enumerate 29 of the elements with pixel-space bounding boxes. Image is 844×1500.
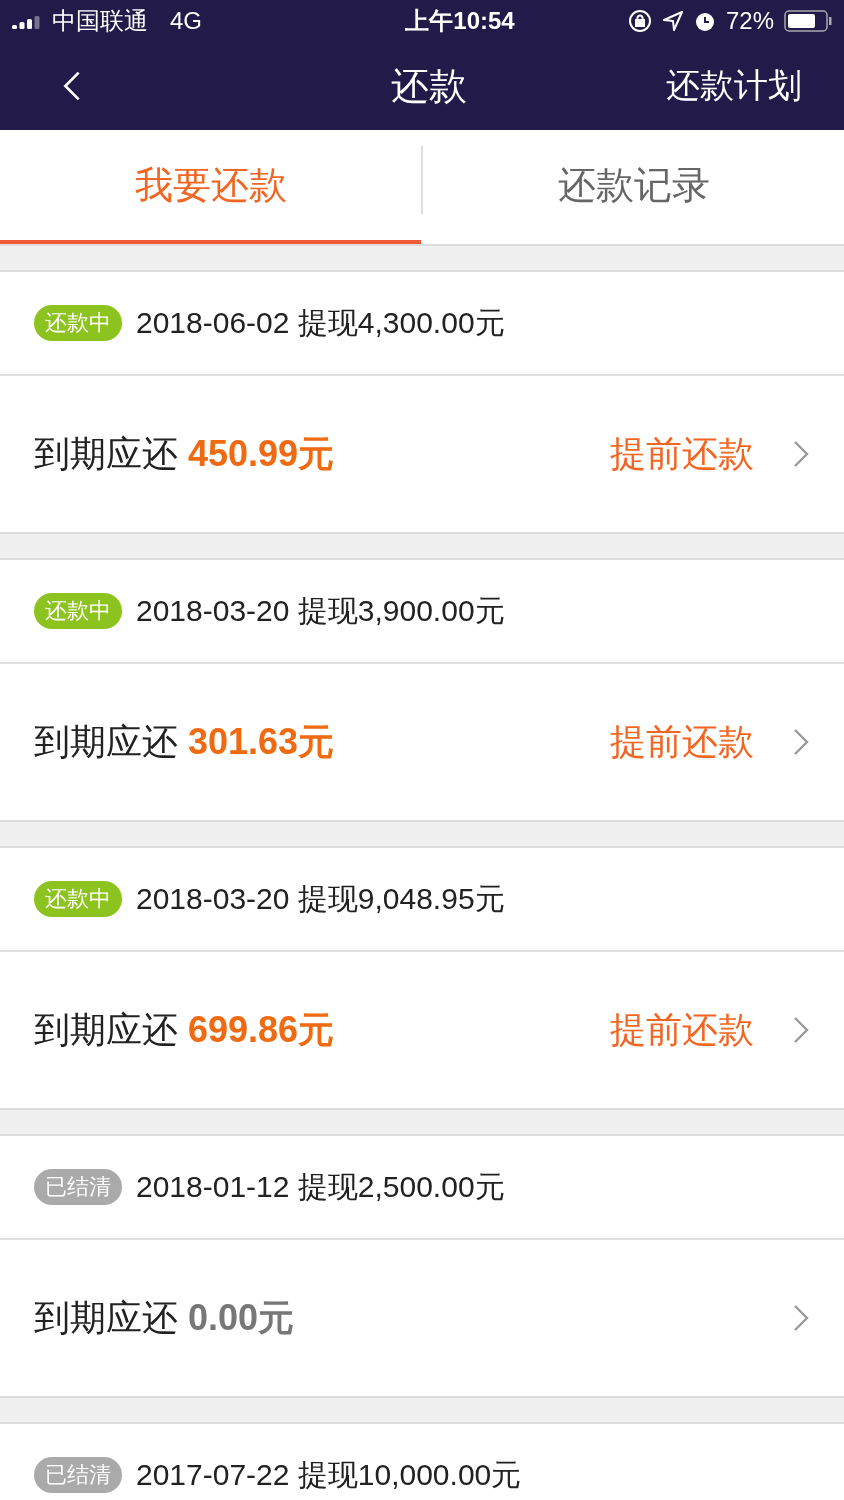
withdrawal-summary: 2018-03-20 提现9,048.95元: [136, 880, 505, 917]
withdrawal-summary: 2018-01-12 提现2,500.00元: [136, 1168, 505, 1205]
status-badge: 还款中: [34, 881, 122, 917]
status-badge: 还款中: [34, 305, 122, 341]
battery-percent: 72%: [725, 7, 774, 35]
signal-icon: [12, 13, 42, 29]
status-badge: 还款中: [34, 593, 122, 629]
status-time: 上午10:54: [405, 6, 515, 36]
early-repay-button[interactable]: 提前还款: [610, 717, 754, 767]
status-badge: 已结清: [34, 1457, 122, 1493]
amount-due: 到期应还 0.00元: [34, 1295, 295, 1340]
battery-icon: [784, 10, 832, 32]
network-type: 4G: [170, 7, 202, 35]
amount-due: 到期应还 450.99元: [34, 431, 335, 476]
carrier-name: 中国联通: [52, 6, 148, 36]
status-badge: 已结清: [34, 1169, 122, 1205]
amount-due: 到期应还 699.86元: [34, 1007, 335, 1052]
rotation-lock-icon: [627, 9, 652, 33]
early-repay-button[interactable]: 提前还款: [610, 429, 754, 479]
alarm-icon: [693, 10, 716, 32]
back-icon: [62, 69, 82, 103]
withdrawal-summary: 2017-07-22 提现10,000.00元: [136, 1456, 522, 1493]
amount-due: 到期应还 301.63元: [34, 719, 335, 764]
withdrawal-summary: 2018-03-20 提现3,900.00元: [136, 592, 505, 629]
early-repay-button[interactable]: 提前还款: [610, 1005, 754, 1055]
repayment-plan-link[interactable]: 还款计划: [666, 63, 802, 109]
withdrawal-summary: 2018-06-02 提现4,300.00元: [136, 304, 505, 341]
location-icon: [661, 10, 684, 32]
page-title: 还款: [391, 63, 467, 109]
